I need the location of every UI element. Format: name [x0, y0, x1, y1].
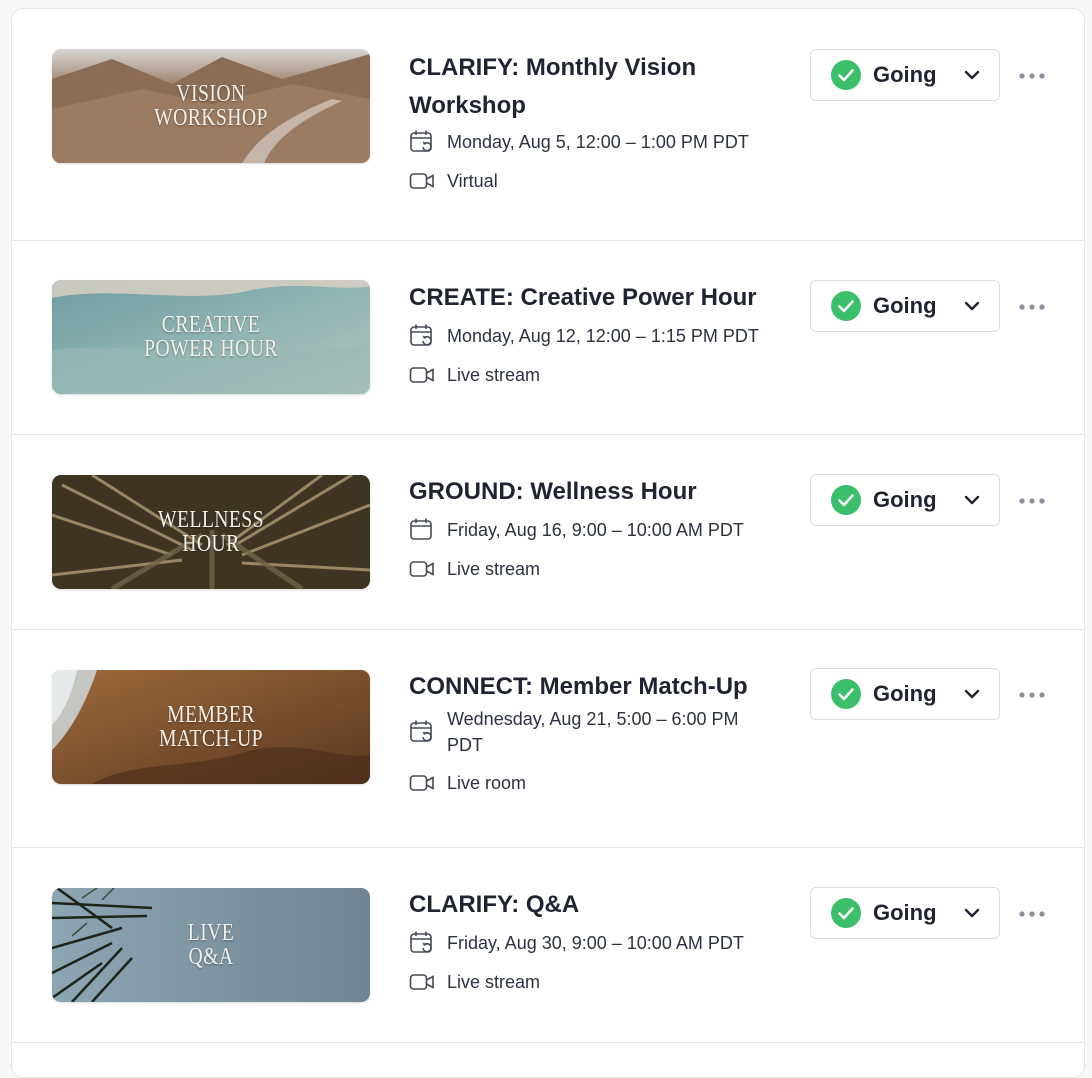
event-date: Monday, Aug 12, 12:00 – 1:15 PM PDT	[409, 323, 799, 349]
event-date: Friday, Aug 16, 9:00 – 10:00 AM PDT	[409, 517, 799, 543]
event-location-text: Virtual	[447, 171, 498, 191]
event-title[interactable]: CLARIFY: Monthly Vision Workshop	[409, 49, 799, 125]
event-date: Friday, Aug 30, 9:00 – 10:00 AM PDT	[409, 930, 799, 956]
event-title[interactable]: CONNECT: Member Match-Up	[409, 670, 799, 704]
calendar-repeat-icon	[409, 719, 435, 745]
calendar-repeat-icon	[409, 129, 435, 155]
rsvp-status: Going	[873, 62, 937, 87]
check-circle-icon	[831, 291, 861, 321]
video-camera-icon	[409, 770, 435, 796]
events-list: VISION WORKSHOP CLARIFY: Monthly Vision …	[11, 8, 1085, 1078]
event-date-text: Friday, Aug 30, 9:00 – 10:00 AM PDT	[447, 933, 744, 953]
chevron-down-icon	[964, 70, 980, 80]
event-title[interactable]: CREATE: Creative Power Hour	[409, 281, 799, 315]
rsvp-status: Going	[873, 487, 937, 512]
thumbnail-caption: MEMBER MATCH-UP	[159, 702, 263, 752]
more-options-icon[interactable]	[1016, 904, 1048, 924]
event-date-text: Wednesday, Aug 21, 5:00 – 6:00 PM PDT	[447, 709, 739, 755]
more-options-icon[interactable]	[1016, 491, 1048, 511]
calendar-repeat-icon	[409, 930, 435, 956]
rsvp-dropdown[interactable]: Going	[810, 49, 1000, 101]
chevron-down-icon	[964, 495, 980, 505]
video-camera-icon	[409, 969, 435, 995]
event-row: CREATIVE POWER HOUR CREATE: Creative Pow…	[12, 241, 1084, 435]
check-circle-icon	[831, 60, 861, 90]
event-row: MEMBER MATCH-UP CONNECT: Member Match-Up…	[12, 630, 1084, 848]
event-location: Live stream	[409, 556, 799, 582]
event-thumbnail[interactable]: MEMBER MATCH-UP	[52, 670, 370, 784]
event-thumbnail[interactable]: CREATIVE POWER HOUR	[52, 280, 370, 394]
rsvp-dropdown[interactable]: Going	[810, 474, 1000, 526]
event-date: Wednesday, Aug 21, 5:00 – 6:00 PM PDT	[409, 706, 799, 758]
rsvp-dropdown[interactable]: Going	[810, 887, 1000, 939]
video-camera-icon	[409, 362, 435, 388]
event-location-text: Live stream	[447, 365, 541, 385]
chevron-down-icon	[964, 301, 980, 311]
event-location: Live stream	[409, 362, 799, 388]
rsvp-status: Going	[873, 293, 937, 318]
event-date-text: Monday, Aug 12, 12:00 – 1:15 PM PDT	[447, 326, 759, 346]
rsvp-status: Going	[873, 681, 937, 706]
chevron-down-icon	[964, 689, 980, 699]
rsvp-status: Going	[873, 900, 937, 925]
event-thumbnail[interactable]: WELLNESS HOUR	[52, 475, 370, 589]
event-title[interactable]: CLARIFY: Q&A	[409, 888, 799, 922]
thumbnail-caption: WELLNESS HOUR	[157, 507, 265, 557]
event-thumbnail[interactable]: LIVE Q&A	[52, 888, 370, 1002]
video-camera-icon	[409, 168, 435, 194]
more-options-icon[interactable]	[1016, 297, 1048, 317]
rsvp-dropdown[interactable]: Going	[810, 668, 1000, 720]
event-title[interactable]: GROUND: Wellness Hour	[409, 475, 799, 509]
thumbnail-caption: VISION WORKSHOP	[154, 81, 268, 131]
event-thumbnail[interactable]: VISION WORKSHOP	[52, 49, 370, 163]
event-location-text: Live room	[447, 773, 527, 793]
event-row: LIVE Q&A CLARIFY: Q&A Friday, Aug 30, 9:…	[12, 848, 1084, 1043]
event-date-text: Monday, Aug 5, 12:00 – 1:00 PM PDT	[447, 132, 749, 152]
calendar-icon	[409, 517, 435, 543]
video-camera-icon	[409, 556, 435, 582]
event-location: Live stream	[409, 969, 799, 995]
event-date: Monday, Aug 5, 12:00 – 1:00 PM PDT	[409, 129, 799, 155]
event-row: VISION WORKSHOP CLARIFY: Monthly Vision …	[12, 9, 1084, 241]
check-circle-icon	[831, 898, 861, 928]
chevron-down-icon	[964, 908, 980, 918]
thumbnail-caption: LIVE Q&A	[187, 920, 235, 970]
event-row: WELLNESS HOUR GROUND: Wellness Hour Frid…	[12, 435, 1084, 630]
event-date-text: Friday, Aug 16, 9:00 – 10:00 AM PDT	[447, 520, 744, 540]
rsvp-dropdown[interactable]: Going	[810, 280, 1000, 332]
thumbnail-caption: CREATIVE POWER HOUR	[144, 312, 278, 362]
more-options-icon[interactable]	[1016, 685, 1048, 705]
event-location: Live room	[409, 770, 799, 796]
check-circle-icon	[831, 485, 861, 515]
more-options-icon[interactable]	[1016, 66, 1048, 86]
event-location: Virtual	[409, 168, 799, 194]
check-circle-icon	[831, 679, 861, 709]
event-location-text: Live stream	[447, 559, 541, 579]
calendar-repeat-icon	[409, 323, 435, 349]
event-location-text: Live stream	[447, 972, 541, 992]
